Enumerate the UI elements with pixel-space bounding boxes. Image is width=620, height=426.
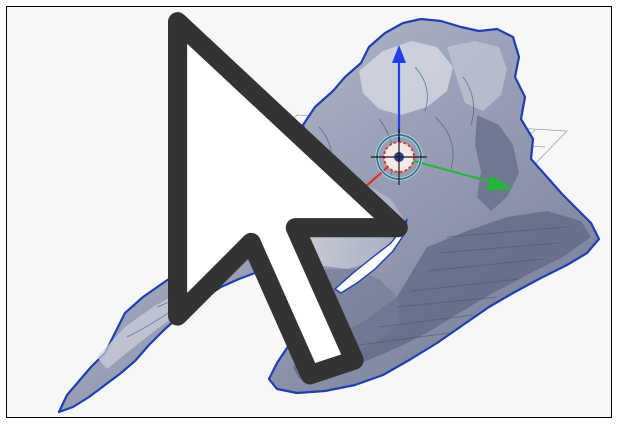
3d-viewport[interactable]	[6, 6, 612, 418]
mouse-pointer-icon	[168, 12, 408, 385]
